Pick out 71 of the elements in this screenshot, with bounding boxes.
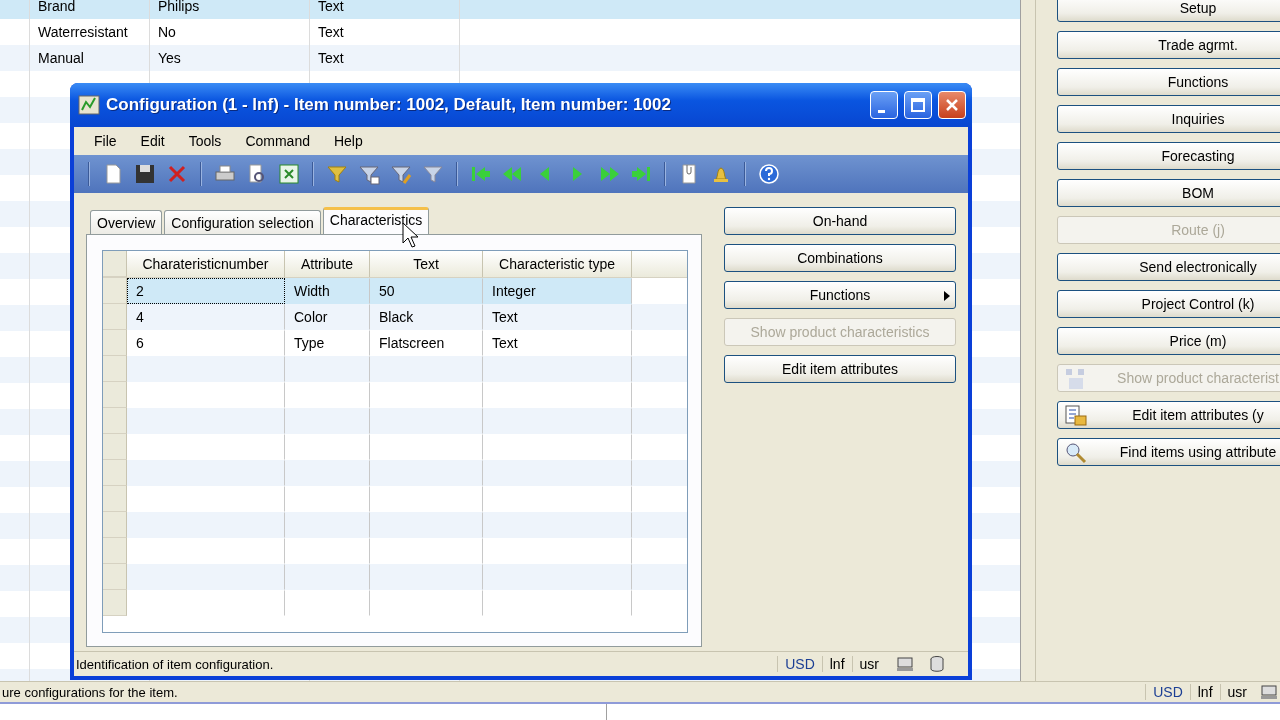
status-indicator: usr bbox=[851, 656, 886, 672]
side-button[interactable]: Functions bbox=[1057, 68, 1280, 96]
row-header[interactable] bbox=[103, 486, 127, 512]
side-button[interactable]: Edit item attributes (y bbox=[1057, 401, 1280, 429]
action-button[interactable]: Edit item attributes bbox=[724, 355, 956, 383]
side-button[interactable]: Inquiries bbox=[1057, 105, 1280, 133]
row-header[interactable] bbox=[103, 330, 127, 356]
menu-item[interactable]: Help bbox=[321, 133, 375, 149]
tab[interactable]: Overview bbox=[90, 210, 163, 234]
submenu-arrow-icon bbox=[944, 291, 950, 301]
action-button[interactable]: Combinations bbox=[724, 244, 956, 272]
status-text: Identification of item configuration. bbox=[75, 656, 275, 672]
row-header[interactable] bbox=[103, 512, 127, 538]
computer-icon bbox=[896, 656, 914, 672]
row-header[interactable] bbox=[103, 304, 127, 330]
action-button[interactable]: On-hand bbox=[724, 207, 956, 235]
table-row[interactable]: Manual Yes Text bbox=[0, 45, 1020, 71]
maximize-icon bbox=[911, 98, 925, 112]
menu-item[interactable]: Tools bbox=[176, 133, 234, 149]
status-indicator: lnf bbox=[1189, 684, 1220, 700]
row-header[interactable] bbox=[103, 590, 127, 616]
menu-item[interactable]: Command bbox=[233, 133, 322, 149]
minimize-icon bbox=[877, 109, 885, 113]
side-button[interactable]: BOM bbox=[1057, 179, 1280, 207]
side-button[interactable]: Find items using attribute bbox=[1057, 438, 1280, 466]
database-icon bbox=[930, 656, 944, 672]
tab[interactable]: Characteristics bbox=[322, 207, 430, 234]
window-title: Configuration (1 - lnf) - Item number: 1002, Default, Item number: 1002 bbox=[106, 95, 672, 115]
row-header[interactable] bbox=[103, 356, 127, 382]
status-indicator: USD bbox=[777, 656, 822, 672]
tab[interactable]: Configuration selection bbox=[164, 210, 321, 234]
menu-item[interactable]: Edit bbox=[128, 133, 177, 149]
table-cell[interactable]: Integer bbox=[483, 278, 632, 304]
side-button[interactable]: Send electronically bbox=[1057, 253, 1280, 281]
action-button[interactable]: Functions bbox=[724, 281, 956, 309]
close-icon bbox=[945, 98, 959, 112]
column-header[interactable]: Characteristic type bbox=[483, 251, 632, 277]
side-button[interactable]: Price (m) bbox=[1057, 327, 1280, 355]
app-icon bbox=[78, 94, 100, 116]
close-button[interactable] bbox=[938, 91, 966, 119]
search-icon bbox=[1064, 442, 1088, 464]
row-header[interactable] bbox=[103, 564, 127, 590]
spreadsheet-icon[interactable] bbox=[276, 161, 302, 187]
row-header[interactable] bbox=[103, 538, 127, 564]
row-header[interactable] bbox=[103, 278, 127, 304]
table-row[interactable]: Brand Philips Text bbox=[0, 0, 1020, 19]
row-header[interactable] bbox=[103, 460, 127, 486]
column-header[interactable]: Attribute bbox=[285, 251, 370, 277]
side-button[interactable]: Setup bbox=[1057, 0, 1280, 22]
row-header[interactable] bbox=[103, 382, 127, 408]
side-button[interactable]: Project Control (k) bbox=[1057, 290, 1280, 318]
menu-item[interactable]: File bbox=[82, 133, 129, 149]
list-box-icon bbox=[1064, 405, 1088, 427]
column-header[interactable]: Text bbox=[370, 251, 483, 277]
row-header[interactable] bbox=[103, 251, 127, 277]
column-header[interactable]: Charateristicnumber bbox=[127, 251, 285, 277]
table-cell[interactable]: Width bbox=[285, 278, 370, 304]
status-indicator: USD bbox=[1145, 684, 1190, 700]
status-text: ure configurations for the item. bbox=[1, 684, 179, 700]
status-indicator: usr bbox=[1219, 684, 1254, 700]
row-header[interactable] bbox=[103, 408, 127, 434]
status-indicator: lnf bbox=[821, 656, 852, 672]
computer-icon bbox=[1260, 684, 1278, 700]
table-cell[interactable]: 50 bbox=[370, 278, 483, 304]
maximize-button[interactable] bbox=[904, 91, 932, 119]
minimize-button[interactable] bbox=[870, 91, 898, 119]
side-button[interactable]: Forecasting bbox=[1057, 142, 1280, 170]
help-icon[interactable] bbox=[756, 161, 782, 187]
row-header[interactable] bbox=[103, 434, 127, 460]
table-cell[interactable]: 2 bbox=[127, 278, 285, 304]
side-button[interactable]: Trade agrmt. bbox=[1057, 31, 1280, 59]
